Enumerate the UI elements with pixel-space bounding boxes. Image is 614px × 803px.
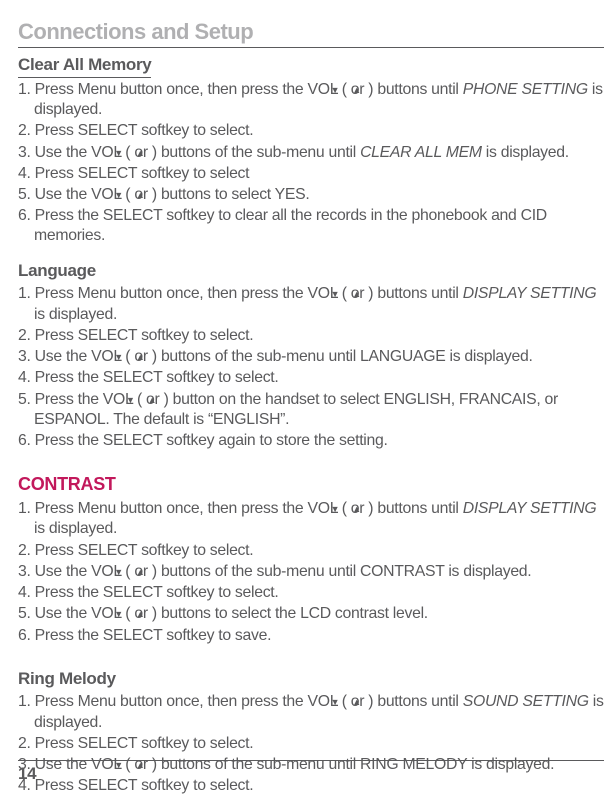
text-italic: DISPLAY SETTING [463, 285, 597, 302]
text: ) buttons until [368, 285, 462, 302]
step: 3. Use the VOL (▼ or ▲) buttons of the s… [18, 562, 604, 582]
divider [18, 760, 604, 761]
step: 4. Press the SELECT softkey to select. [18, 583, 604, 603]
text-italic: PHONE SETTING [463, 81, 588, 98]
steps-contrast: 1. Press Menu button once, then press th… [18, 499, 604, 646]
step: 1. Press Menu button once, then press th… [18, 499, 604, 539]
text: ) buttons of the sub-menu until [152, 144, 360, 161]
step: 2. Press SELECT softkey to select. [18, 734, 604, 754]
step: 2. Press SELECT softkey to select. [18, 326, 604, 346]
text: ) buttons to select the LCD contrast lev… [152, 605, 428, 622]
page-header: Connections and Setup [18, 18, 604, 48]
section-title-ring-melody: Ring Melody [18, 668, 116, 691]
section-ring-melody: Ring Melody 1. Press Menu button once, t… [18, 668, 604, 797]
steps-ring-melody: 1. Press Menu button once, then press th… [18, 692, 604, 796]
step: 4. Press SELECT softkey to select. [18, 776, 604, 796]
text: is displayed. [482, 144, 569, 161]
section-clear-all-memory: Clear All Memory 1. Press Menu button on… [18, 54, 604, 247]
text: 1. Press Menu button once, then press th… [18, 81, 347, 98]
text: 1. Press Menu button once, then press th… [18, 500, 347, 517]
step: 1. Press Menu button once, then press th… [18, 692, 604, 732]
text: ) buttons to select YES. [152, 186, 310, 203]
steps-clear-all-memory: 1. Press Menu button once, then press th… [18, 80, 604, 247]
text: ) buttons until [368, 500, 462, 517]
step: 2. Press SELECT softkey to select. [18, 121, 604, 141]
step: 6. Press the SELECT softkey to save. [18, 626, 604, 646]
text: ) buttons of the sub-menu until RING MEL… [152, 756, 554, 773]
text: ) buttons of the sub-menu until CONTRAST… [152, 563, 532, 580]
step: 1. Press Menu button once, then press th… [18, 80, 604, 120]
step: 3. Use the VOL (▼ or ▲) buttons of the s… [18, 143, 604, 163]
step: 2. Press SELECT softkey to select. [18, 541, 604, 561]
text-italic: SOUND SETTING [463, 693, 589, 710]
step: 4. Press SELECT softkey to select [18, 164, 604, 184]
step: 5. Use the VOL (▼ or ▲) buttons to selec… [18, 604, 604, 624]
steps-language: 1. Press Menu button once, then press th… [18, 284, 604, 451]
section-title-contrast: CONTRAST [18, 473, 116, 497]
step: 3. Use the VOL (▼ or ▲) buttons of the s… [18, 347, 604, 367]
text: is displayed. [34, 520, 117, 537]
step: 5. Press the VOL (▼ or ▲) button on the … [18, 390, 604, 430]
section-language: Language 1. Press Menu button once, then… [18, 260, 604, 452]
step: 6. Press the SELECT softkey again to sto… [18, 431, 604, 451]
section-contrast: CONTRAST 1. Press Menu button once, then… [18, 473, 604, 646]
text: ) buttons until [368, 693, 462, 710]
text-italic: CLEAR ALL MEM [360, 144, 482, 161]
section-title-clear-all-memory: Clear All Memory [18, 54, 151, 78]
text: is displayed. [34, 306, 117, 323]
step: 5. Use the VOL (▼ or ▲) buttons to selec… [18, 185, 604, 205]
text: ) buttons of the sub-menu until LANGUAGE… [152, 348, 533, 365]
text: ) buttons until [368, 81, 462, 98]
text: 1. Press Menu button once, then press th… [18, 693, 347, 710]
text: 1. Press Menu button once, then press th… [18, 285, 347, 302]
text-italic: DISPLAY SETTING [463, 500, 597, 517]
page-number: 14 [18, 763, 36, 785]
step: 4. Press the SELECT softkey to select. [18, 368, 604, 388]
step: 6. Press the SELECT softkey to clear all… [18, 206, 604, 246]
section-title-language: Language [18, 260, 96, 283]
step: 3. Use the VOL (▼ or ▲) buttons of the s… [18, 755, 604, 775]
text: 5. Press the VOL ( [18, 391, 142, 408]
step: 1. Press Menu button once, then press th… [18, 284, 604, 324]
